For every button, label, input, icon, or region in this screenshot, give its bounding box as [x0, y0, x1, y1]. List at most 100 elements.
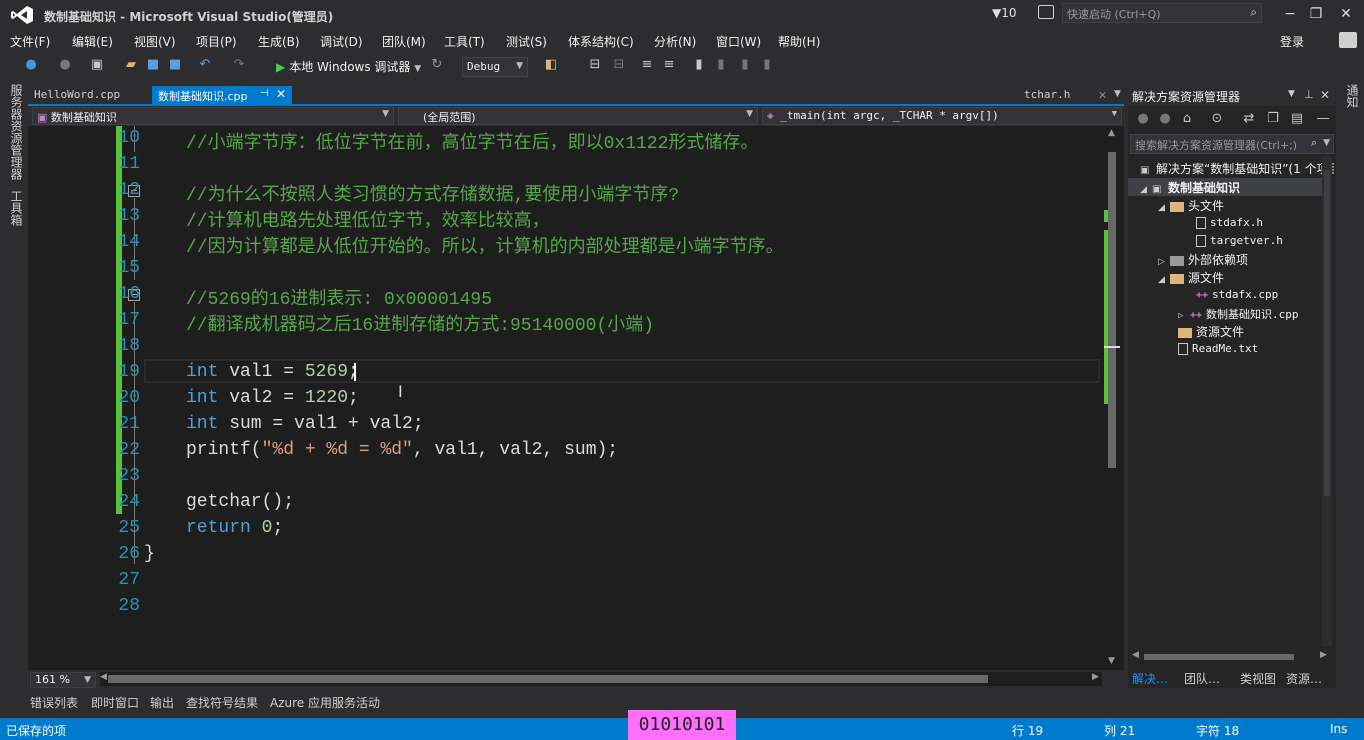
uncomment-icon[interactable]: ≡: [662, 58, 676, 72]
tree-file-main-cpp[interactable]: ▷ ++ 数制基础知识.cpp: [1178, 306, 1299, 322]
pin-icon[interactable]: ⊥: [1304, 88, 1314, 101]
comment-icon[interactable]: ≡: [640, 58, 654, 72]
menu-help[interactable]: 帮助(H): [778, 33, 820, 50]
tab-solution-explorer[interactable]: 解决…: [1132, 670, 1168, 687]
tree-file-readme[interactable]: ReadMe.txt: [1178, 342, 1258, 355]
tab-close-inactive-icon[interactable]: ✕: [1098, 89, 1107, 102]
start-debugging-button[interactable]: ▶ 本地 Windows 调试器 ▼: [276, 58, 421, 76]
close-tab-icon[interactable]: ✕: [276, 87, 286, 101]
find-in-files-icon[interactable]: ◧: [544, 58, 558, 72]
menu-build[interactable]: 生成(B): [258, 33, 300, 50]
tree-file-stdafx-h[interactable]: stdafx.h: [1196, 216, 1263, 229]
solution-search-input[interactable]: 搜索解决方案资源管理器(Ctrl+;) ⌕ ▼: [1130, 134, 1334, 154]
tree-folder-source[interactable]: ◢ 源文件: [1158, 269, 1224, 286]
new-project-icon[interactable]: ▣: [90, 58, 104, 72]
pending-changes-icon[interactable]: ⇄: [1242, 112, 1256, 126]
menu-tools[interactable]: 工具(T): [444, 33, 485, 50]
zoom-level-select[interactable]: 161 % ▼: [30, 672, 96, 688]
scrollbar-thumb[interactable]: [1144, 654, 1294, 660]
close-button[interactable]: ✕: [1334, 4, 1358, 24]
tree-file-stdafx-cpp[interactable]: ++ stdafx.cpp: [1196, 288, 1278, 301]
expanded-arrow-icon[interactable]: ◢: [1158, 203, 1170, 213]
notifications-tab[interactable]: 通知: [1344, 84, 1361, 108]
expanded-arrow-icon[interactable]: ◢: [1158, 275, 1170, 285]
menu-analyze[interactable]: 分析(N): [654, 33, 696, 50]
code-editor[interactable]: − − 10 11 12 13 14 15 16 17 18 19 20 21 …: [28, 126, 1124, 670]
server-explorer-tab[interactable]: 服务器资源管理器: [8, 84, 25, 180]
collapsed-arrow-icon[interactable]: ▷: [1158, 257, 1170, 267]
scroll-left-icon[interactable]: ◀: [1132, 650, 1139, 660]
next-bookmark-icon[interactable]: ▮: [738, 58, 752, 72]
forward-icon[interactable]: ●: [1158, 112, 1172, 126]
menu-window[interactable]: 窗口(W): [716, 33, 761, 50]
toolbox-tab[interactable]: 工具箱: [8, 190, 25, 226]
menu-edit[interactable]: 编辑(E): [72, 33, 113, 50]
tree-folder-resources[interactable]: 资源文件: [1178, 323, 1244, 340]
scroll-down-icon[interactable]: ▼: [1108, 656, 1115, 666]
forward-icon[interactable]: ●: [58, 58, 72, 72]
tab-tchar[interactable]: tchar.h: [1018, 86, 1076, 104]
tree-project-node[interactable]: ◢ ▣ 数制基础知识: [1140, 179, 1240, 196]
save-icon[interactable]: ■: [146, 58, 160, 72]
tab-team-explorer[interactable]: 团队…: [1184, 670, 1220, 687]
tab-class-view[interactable]: 类视图: [1240, 670, 1276, 687]
menu-file[interactable]: 文件(F): [10, 33, 50, 50]
scroll-left-icon[interactable]: ◀: [100, 672, 107, 682]
scrollbar-thumb[interactable]: [1108, 152, 1116, 468]
minimize-button[interactable]: −: [1278, 4, 1302, 24]
menu-debug[interactable]: 调试(D): [320, 33, 363, 50]
tab-helloword[interactable]: HelloWord.cpp: [28, 86, 126, 104]
properties-icon[interactable]: —: [1316, 112, 1330, 126]
tree-file-targetver-h[interactable]: targetver.h: [1196, 234, 1283, 247]
clear-bookmarks-icon[interactable]: ▮: [760, 58, 774, 72]
menu-test[interactable]: 测试(S): [506, 33, 547, 50]
tab-immediate-window[interactable]: 即时窗口: [91, 694, 139, 711]
tab-azure-activity[interactable]: Azure 应用服务活动: [270, 694, 380, 711]
login-link[interactable]: 登录: [1280, 33, 1304, 50]
chevron-down-icon[interactable]: ▼: [1323, 138, 1330, 148]
back-icon[interactable]: ●: [1136, 112, 1150, 126]
menu-project[interactable]: 项目(P): [196, 33, 237, 50]
tab-resource-view[interactable]: 资源…: [1286, 670, 1322, 687]
undo-icon[interactable]: ↶: [198, 58, 212, 72]
save-all-icon[interactable]: ■: [168, 58, 182, 72]
tab-find-symbol-results[interactable]: 查找符号结果: [186, 694, 258, 711]
chevron-down-icon[interactable]: ▼: [1288, 89, 1295, 99]
bookmark-clear-icon[interactable]: ⊟: [612, 58, 626, 72]
pin-icon[interactable]: ⊣: [260, 88, 269, 99]
solution-configuration-select[interactable]: Debug ▼: [462, 57, 528, 77]
scroll-right-icon[interactable]: ▶: [1092, 672, 1099, 682]
project-dropdown[interactable]: ▣ 数制基础知识 ▼: [32, 107, 394, 125]
scroll-right-icon[interactable]: ▶: [1320, 650, 1327, 660]
member-dropdown[interactable]: ◈ _tmain(int argc, _TCHAR * argv[]) ▼: [762, 107, 1122, 125]
home-icon[interactable]: ⌂: [1180, 112, 1194, 126]
notifications-filter[interactable]: ▼10: [992, 6, 1017, 20]
bookmark-icon[interactable]: ▮: [692, 58, 706, 72]
expanded-arrow-icon[interactable]: ◢: [1140, 185, 1152, 195]
tab-error-list[interactable]: 错误列表: [30, 694, 78, 711]
feedback-icon[interactable]: [1038, 5, 1054, 19]
collapsed-arrow-icon[interactable]: ▷: [1178, 311, 1190, 321]
menu-team[interactable]: 团队(M): [382, 33, 426, 50]
account-icon[interactable]: [1339, 32, 1357, 48]
scrollbar-thumb[interactable]: [108, 675, 988, 683]
tab-active-source[interactable]: 数制基础知识.cpp ⊣ ✕: [152, 86, 292, 104]
solution-horizontal-scrollbar[interactable]: ◀ ▶: [1128, 650, 1332, 664]
tree-folder-headers[interactable]: ◢ 头文件: [1158, 197, 1224, 214]
open-folder-icon[interactable]: ▰: [124, 58, 138, 72]
tab-output[interactable]: 输出: [150, 694, 174, 711]
show-all-files-icon[interactable]: ▤: [1290, 112, 1304, 126]
quick-launch-input[interactable]: 快速启动 (Ctrl+Q) ⌕: [1062, 3, 1262, 23]
editor-vertical-scrollbar[interactable]: ▲ ▼: [1104, 126, 1122, 670]
menu-architecture[interactable]: 体系结构(C): [568, 33, 634, 50]
refresh-icon[interactable]: ↻: [430, 58, 444, 72]
solution-vertical-scrollbar[interactable]: [1322, 156, 1332, 646]
tree-solution-node[interactable]: ▣ 解决方案“数制基础知识”(1 个项目): [1140, 160, 1334, 177]
collapse-all-icon[interactable]: ❐: [1266, 112, 1280, 126]
prev-bookmark-icon[interactable]: ▮: [714, 58, 728, 72]
redo-icon[interactable]: ↷: [232, 58, 246, 72]
tree-external-deps[interactable]: ▷ 外部依赖项: [1158, 251, 1248, 268]
menu-view[interactable]: 视图(V): [134, 33, 176, 50]
bookmark-toggle-icon[interactable]: ⊟: [588, 58, 602, 72]
editor-horizontal-scrollbar[interactable]: ◀ ▶: [100, 672, 1102, 686]
